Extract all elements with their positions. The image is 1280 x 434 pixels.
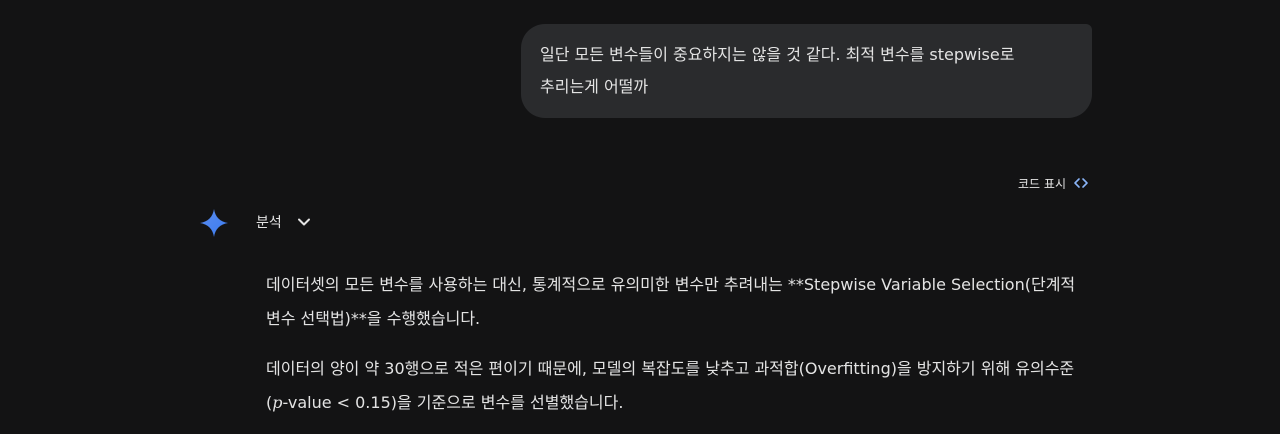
response-paragraph-1: 데이터셋의 모든 변수를 사용하는 대신, 통계적으로 유의미한 변수만 추려내… <box>266 275 1076 328</box>
analysis-toggle[interactable]: 분석 <box>256 209 312 235</box>
show-code-label: 코드 표시 <box>1018 176 1066 191</box>
code-brackets-icon <box>1074 178 1088 188</box>
chevron-down-icon <box>297 218 310 226</box>
user-message-line-2: 추리는게 어떨까 <box>540 77 649 96</box>
math-p-variable: p <box>272 393 283 412</box>
user-message-line-1: 일단 모든 변수들이 중요하지는 않을 것 같다. 최적 변수를 stepwis… <box>540 45 1015 64</box>
response-paragraph-2-text-b: -value < 0.15)을 기준으로 변수를 선별했습니다. <box>282 393 624 412</box>
assistant-response: 데이터셋의 모든 변수를 사용하는 대신, 통계적으로 유의미한 변수만 추려내… <box>266 268 1096 434</box>
gemini-sparkle-icon <box>200 209 228 237</box>
user-message-bubble: 일단 모든 변수들이 중요하지는 않을 것 같다. 최적 변수를 stepwis… <box>521 24 1092 118</box>
chat-page: 일단 모든 변수들이 중요하지는 않을 것 같다. 최적 변수를 stepwis… <box>0 0 1280 434</box>
response-paragraph-2: 데이터의 양이 약 30행으로 적은 편이기 때문에, 모델의 복잡도를 낮추고… <box>266 352 1096 420</box>
show-code-button[interactable]: 코드 표시 <box>1018 174 1090 192</box>
analysis-label: 분석 <box>256 215 282 231</box>
